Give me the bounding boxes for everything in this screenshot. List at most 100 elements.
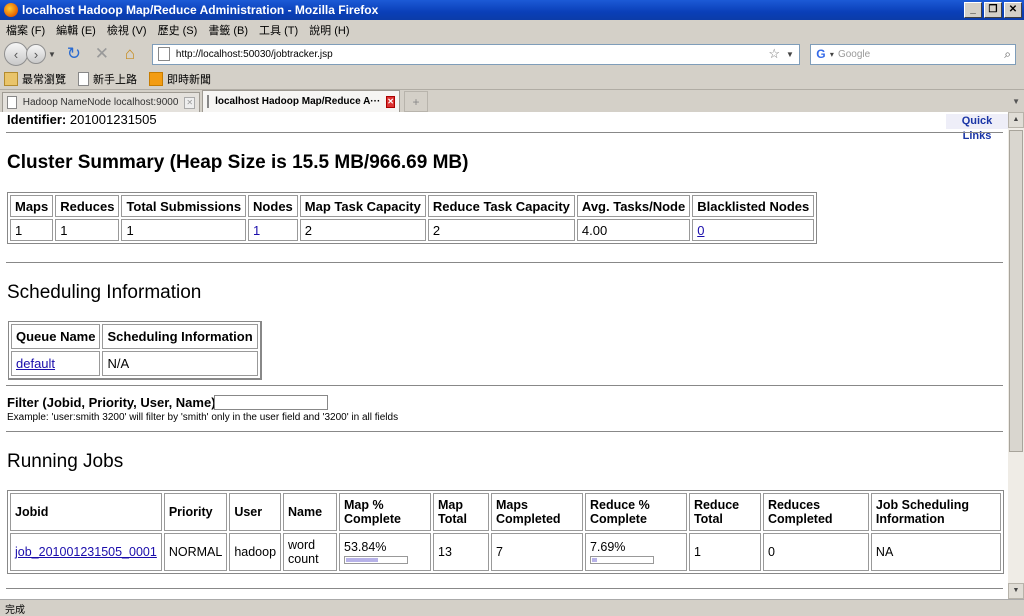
divider — [6, 262, 1003, 263]
back-arrow-icon: ‹ — [13, 46, 19, 62]
firefox-icon — [4, 3, 18, 17]
menu-edit[interactable]: 編輯 (E) — [56, 22, 96, 38]
tab-mapreduce[interactable]: localhost Hadoop Map/Reduce A··· ✕ — [202, 90, 400, 112]
forward-arrow-icon: › — [33, 46, 39, 62]
jobid-link[interactable]: job_201001231505_0001 — [15, 545, 157, 559]
queue-scheduling-value: N/A — [102, 351, 258, 376]
history-dropdown-icon[interactable]: ▼ — [48, 50, 56, 59]
home-icon: ⌂ — [124, 44, 136, 63]
search-bar[interactable]: G ▾ Google ⌕ — [809, 43, 1016, 65]
bookmarks-toolbar: 最常瀏覽 新手上路 即時新聞 — [0, 69, 1024, 90]
reduce-progress-fill — [591, 558, 597, 562]
rss-icon — [149, 72, 163, 86]
map-task-capacity-value: 2 — [299, 219, 426, 241]
total-submissions-value: 1 — [121, 219, 247, 241]
col-user: User — [229, 493, 282, 531]
tab-strip: Hadoop NameNode localhost:9000 ✕ localho… — [0, 90, 1024, 112]
reload-button[interactable]: ↻ — [63, 43, 85, 65]
divider — [6, 431, 1003, 432]
window-title-bar: localhost Hadoop Map/Reduce Administrati… — [0, 0, 1024, 20]
map-total-value: 13 — [433, 533, 489, 571]
reduces-value: 1 — [55, 219, 120, 241]
queue-default-link[interactable]: default — [16, 356, 55, 371]
menu-tools[interactable]: 工具 (T) — [259, 22, 298, 38]
menu-bar: 檔案 (F) 編輯 (E) 檢視 (V) 歷史 (S) 書籤 (B) 工具 (T… — [0, 20, 1024, 39]
col-name: Name — [283, 493, 338, 531]
menu-history[interactable]: 歷史 (S) — [158, 22, 198, 38]
col-blacklisted-nodes: Blacklisted Nodes — [692, 195, 815, 217]
window-title: localhost Hadoop Map/Reduce Administrati… — [22, 3, 379, 17]
identifier: Identifier: 201001231505 — [7, 112, 157, 127]
col-reduce-pct: Reduce % Complete — [584, 493, 687, 531]
quick-links-link[interactable]: Quick Links — [946, 114, 1008, 142]
menu-bookmarks[interactable]: 書籤 (B) — [208, 22, 248, 38]
tab-list-dropdown-icon[interactable]: ▼ — [1012, 97, 1020, 106]
reduce-pct-cell: 7.69% — [584, 533, 687, 571]
bookmark-latest-headlines[interactable]: 即時新聞 — [149, 71, 211, 87]
stop-button[interactable]: ✕ — [91, 43, 113, 65]
scroll-thumb[interactable] — [1009, 130, 1023, 452]
minimize-button[interactable]: _ — [964, 2, 982, 18]
divider — [6, 588, 1003, 589]
reduce-pct-value: 7.69% — [589, 540, 626, 554]
bookmark-label: 最常瀏覽 — [22, 74, 66, 86]
forward-button[interactable]: › — [26, 44, 46, 64]
menu-view[interactable]: 檢視 (V) — [107, 22, 147, 38]
blacklisted-cell: 0 — [692, 219, 815, 241]
running-jobs-title: Running Jobs — [7, 451, 124, 472]
tab-namenode[interactable]: Hadoop NameNode localhost:9000 ✕ — [2, 92, 200, 112]
close-tab-icon[interactable]: ✕ — [386, 95, 395, 108]
filter-input[interactable] — [214, 395, 328, 410]
search-icon[interactable]: ⌕ — [1004, 47, 1011, 62]
identifier-label: Identifier: — [7, 112, 67, 127]
running-jobs-table: Jobid Priority User Name Map % Complete … — [7, 490, 1004, 574]
bookmark-getting-started[interactable]: 新手上路 — [78, 71, 137, 87]
menu-help[interactable]: 說明 (H) — [309, 22, 349, 38]
page-icon — [78, 72, 89, 86]
new-tab-button[interactable]: + — [404, 91, 428, 112]
vertical-scrollbar[interactable]: ▲ ▼ — [1008, 112, 1024, 599]
bookmark-most-visited[interactable]: 最常瀏覽 — [4, 71, 66, 87]
scroll-up-arrow-icon[interactable]: ▲ — [1008, 112, 1024, 128]
col-job-scheduling-information: Job Scheduling Information — [870, 493, 1001, 531]
status-text: 完成 — [5, 604, 25, 616]
home-button[interactable]: ⌂ — [119, 43, 141, 65]
col-maps: Maps — [10, 195, 54, 217]
map-pct-value: 53.84% — [344, 540, 387, 554]
table-row: job_201001231505_0001 NORMAL hadoop word… — [10, 533, 1001, 571]
page-icon — [207, 95, 210, 108]
col-reduce-total: Reduce Total — [688, 493, 761, 531]
search-input[interactable]: Google — [838, 49, 1004, 60]
menu-file[interactable]: 檔案 (F) — [6, 22, 45, 38]
col-reduce-task-capacity: Reduce Task Capacity — [427, 195, 575, 217]
col-queue-name: Queue Name — [11, 324, 101, 349]
blacklisted-nodes-link[interactable]: 0 — [697, 223, 704, 238]
reduce-task-capacity-value: 2 — [427, 219, 575, 241]
tab-label: Hadoop NameNode localhost:9000 — [22, 97, 179, 108]
url-dropdown-icon[interactable]: ▼ — [786, 50, 794, 59]
close-button[interactable]: ✕ — [1004, 2, 1022, 18]
google-icon[interactable]: G — [814, 47, 828, 61]
maps-value: 1 — [10, 219, 54, 241]
status-bar: 完成 — [0, 599, 1024, 616]
col-jobid: Jobid — [10, 493, 162, 531]
scroll-down-arrow-icon[interactable]: ▼ — [1008, 583, 1024, 599]
search-engine-dropdown-icon[interactable]: ▾ — [830, 50, 834, 59]
divider — [6, 132, 1003, 133]
col-map-total: Map Total — [433, 493, 489, 531]
url-bar[interactable]: http://localhost:50030/jobtracker.jsp ☆ … — [151, 43, 800, 65]
folder-icon — [4, 72, 18, 86]
filter-label: Filter (Jobid, Priority, User, Name) — [7, 395, 216, 410]
tab-label: localhost Hadoop Map/Reduce A··· — [215, 96, 381, 107]
col-map-task-capacity: Map Task Capacity — [299, 195, 426, 217]
divider — [6, 385, 1003, 386]
nodes-link[interactable]: 1 — [253, 223, 260, 238]
page-content: Identifier: 201001231505 Quick Links Clu… — [0, 112, 1008, 599]
maximize-button[interactable]: ❐ — [984, 2, 1002, 18]
bookmark-star-icon[interactable]: ☆ — [768, 46, 780, 62]
back-button[interactable]: ‹ — [4, 42, 28, 66]
plus-icon: + — [412, 94, 420, 109]
close-tab-icon[interactable]: ✕ — [184, 96, 195, 109]
jobid-cell: job_201001231505_0001 — [10, 533, 162, 571]
url-text[interactable]: http://localhost:50030/jobtracker.jsp — [176, 49, 768, 60]
